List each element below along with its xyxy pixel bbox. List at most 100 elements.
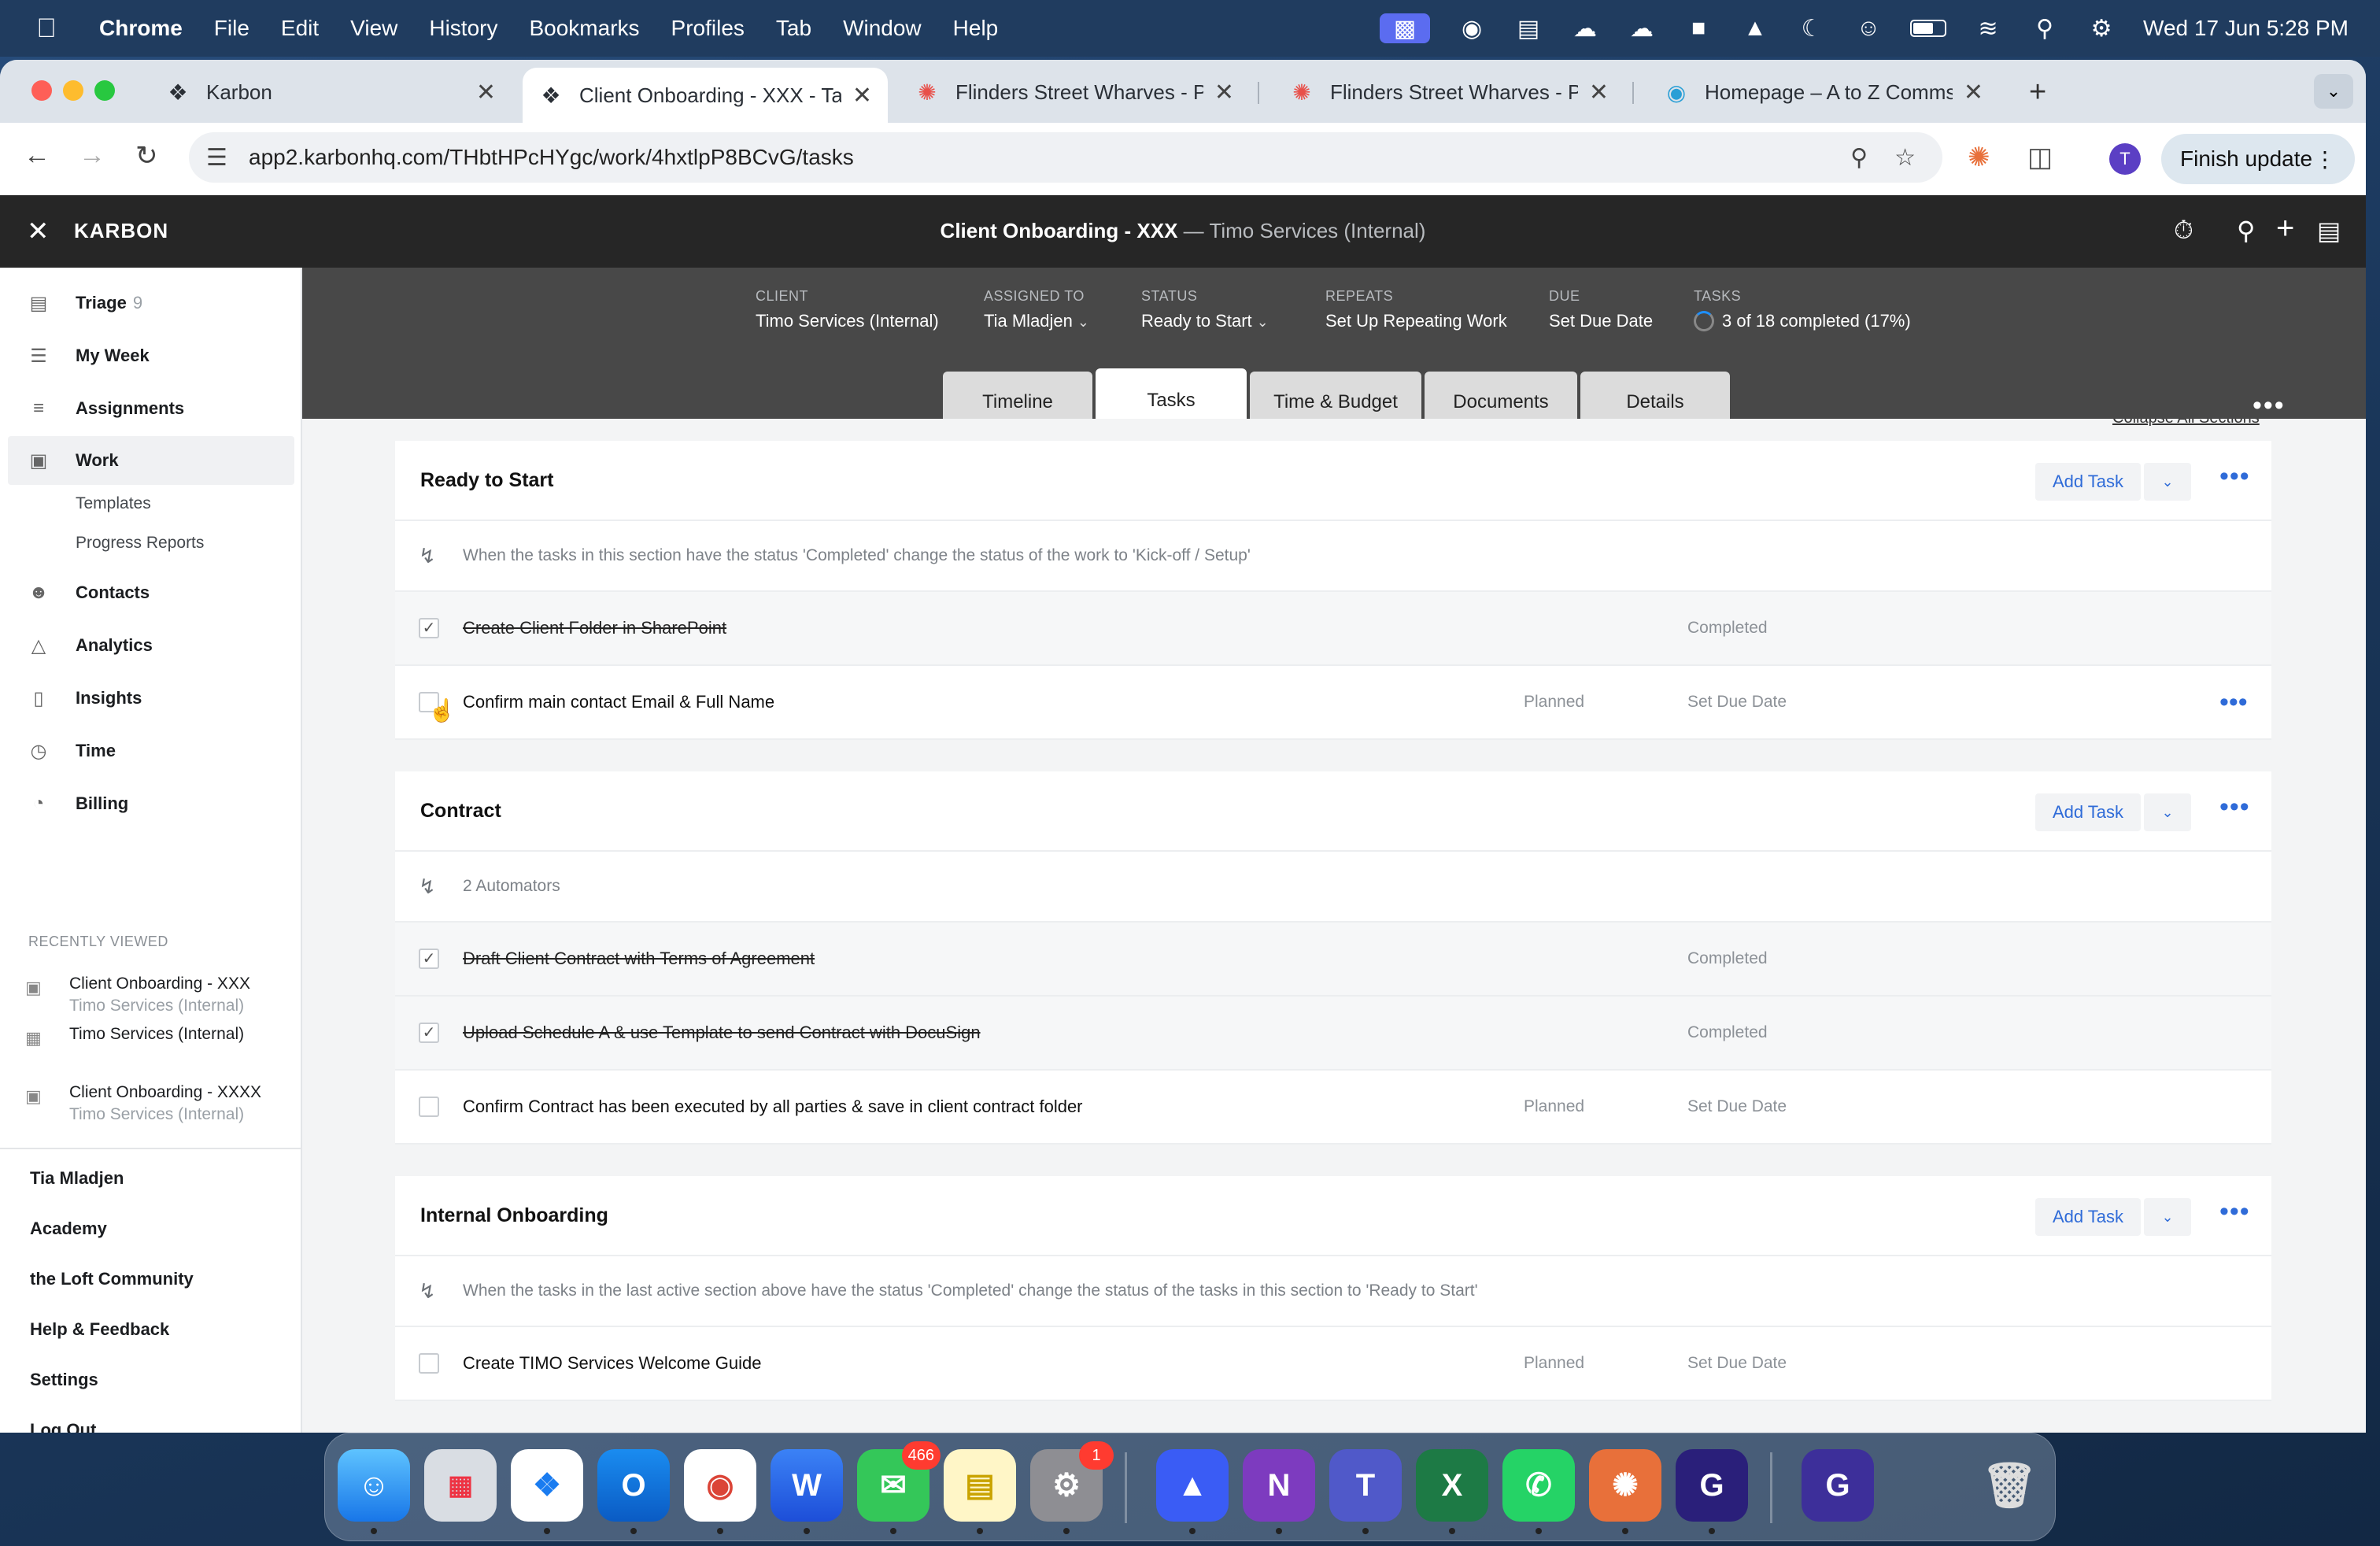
trash-icon[interactable]: 🗑: [1973, 1449, 2046, 1522]
task-due[interactable]: Set Due Date: [1687, 1354, 1787, 1373]
task-status[interactable]: Planned: [1524, 1097, 1584, 1116]
menu-view[interactable]: View: [350, 16, 397, 41]
recent-item[interactable]: ▣ Client Onboarding - XXXX Timo Services…: [25, 1083, 261, 1124]
task-checkbox[interactable]: ✓: [419, 618, 439, 638]
wifi-icon[interactable]: ≋: [1973, 13, 2003, 43]
menu-file[interactable]: File: [214, 16, 249, 41]
table-row[interactable]: Confirm Contract has been executed by al…: [395, 1071, 2271, 1145]
add-task-dropdown-icon[interactable]: ⌄: [2144, 463, 2191, 501]
sidebar-academy[interactable]: Academy: [30, 1219, 107, 1239]
close-tab-icon[interactable]: ✕: [1589, 79, 1609, 106]
task-status[interactable]: Planned: [1524, 693, 1584, 712]
close-window-button[interactable]: [31, 80, 52, 101]
more-options-icon[interactable]: •••: [2252, 390, 2286, 421]
add-task-button[interactable]: Add Task: [2035, 463, 2141, 501]
sidebar-item-contacts[interactable]: ☻ Contacts: [8, 568, 294, 617]
forward-arrow-icon[interactable]: →: [79, 140, 105, 171]
close-tab-icon[interactable]: ✕: [1214, 79, 1234, 106]
cloud-status-icon[interactable]: ☁: [1570, 13, 1600, 43]
search-icon[interactable]: ⚲: [2237, 216, 2255, 246]
sidebar-subitem-progress-reports[interactable]: Progress Reports: [76, 534, 204, 553]
browser-tab-flinders-1[interactable]: ✺ Flinders Street Wharves - Pov ✕: [899, 68, 1250, 117]
tab-search-chevron-icon[interactable]: ⌄: [2314, 74, 2353, 109]
section-more-icon[interactable]: •••: [2219, 461, 2250, 492]
sidebar-log-out[interactable]: Log Out: [30, 1420, 96, 1433]
menu-profiles[interactable]: Profiles: [671, 16, 745, 41]
sidebar-item-analytics[interactable]: △ Analytics: [8, 621, 294, 670]
launchpad-icon[interactable]: ▦: [424, 1449, 497, 1522]
onenote-icon[interactable]: N: [1243, 1449, 1315, 1522]
add-task-button[interactable]: Add Task: [2035, 1198, 2141, 1236]
sidebar-subitem-templates[interactable]: Templates: [76, 494, 151, 513]
add-task-dropdown-icon[interactable]: ⌄: [2144, 1198, 2191, 1236]
task-checkbox[interactable]: [419, 1097, 439, 1117]
sidebar-help-feedback[interactable]: Help & Feedback: [30, 1319, 169, 1340]
handbag-icon[interactable]: ▤: [1513, 13, 1543, 43]
sidebar-item-my-week[interactable]: ☰ My Week: [8, 331, 294, 380]
task-status[interactable]: Planned: [1524, 1354, 1584, 1373]
meta-client[interactable]: CLIENT Timo Services (Internal): [756, 288, 939, 331]
menu-clock[interactable]: Wed 17 Jun 5:28 PM: [2143, 16, 2349, 41]
safari-icon[interactable]: ❖: [511, 1449, 583, 1522]
system-settings-icon[interactable]: ⚙ 1: [1030, 1441, 1114, 1522]
notes-icon[interactable]: ▤: [2317, 216, 2341, 246]
section-more-icon[interactable]: •••: [2219, 1196, 2250, 1227]
creative-cloud-icon[interactable]: ☁: [1627, 13, 1657, 43]
zoom-window-button[interactable]: [94, 80, 115, 101]
menu-tab[interactable]: Tab: [776, 16, 811, 41]
notes-app-icon[interactable]: ▤: [944, 1449, 1016, 1522]
menu-help[interactable]: Help: [953, 16, 999, 41]
task-name[interactable]: Confirm main contact Email & Full Name: [463, 692, 774, 712]
site-settings-icon[interactable]: ☰: [206, 144, 235, 172]
task-name[interactable]: Create TIMO Services Welcome Guide: [463, 1353, 761, 1374]
sidebar-item-billing[interactable]: ◔ Billing: [8, 779, 294, 828]
task-name[interactable]: Confirm Contract has been executed by al…: [463, 1097, 1083, 1117]
section-more-icon[interactable]: •••: [2219, 792, 2250, 823]
task-checkbox[interactable]: ✓: [419, 949, 439, 969]
task-due[interactable]: Set Due Date: [1687, 693, 1787, 712]
add-task-dropdown-icon[interactable]: ⌄: [2144, 793, 2191, 831]
arc-app-icon[interactable]: ▲: [1156, 1449, 1229, 1522]
zoom-icon[interactable]: ⚲: [1850, 144, 1868, 172]
finder-icon[interactable]: ☺: [338, 1449, 410, 1522]
close-tab-icon[interactable]: ✕: [1964, 79, 1983, 106]
reload-icon[interactable]: ↻: [135, 140, 158, 172]
finish-update-button[interactable]: Finish update ⋮: [2161, 134, 2355, 184]
add-task-button[interactable]: Add Task: [2035, 793, 2141, 831]
menu-bookmarks[interactable]: Bookmarks: [529, 16, 639, 41]
profile-avatar[interactable]: T: [2109, 143, 2141, 175]
teams-app-icon[interactable]: T: [1329, 1449, 1402, 1522]
screen-share-icon[interactable]: ▩: [1380, 13, 1431, 43]
table-row[interactable]: Create TIMO Services Welcome Guide Plann…: [395, 1327, 2271, 1401]
minimize-window-button[interactable]: [63, 80, 83, 101]
timer-icon[interactable]: ⏱: [2174, 216, 2193, 246]
sidebar-settings[interactable]: Settings: [30, 1370, 98, 1390]
arc-icon[interactable]: ▲: [1740, 13, 1770, 43]
grammarly-icon[interactable]: G: [1676, 1449, 1748, 1522]
claude-extension-icon[interactable]: ✺: [1968, 142, 1990, 173]
menu-history[interactable]: History: [429, 16, 497, 41]
task-name[interactable]: Upload Schedule A & use Template to send…: [463, 1023, 981, 1043]
bookmark-star-icon[interactable]: ☆: [1894, 144, 1916, 172]
task-more-icon[interactable]: •••: [2219, 687, 2248, 718]
extensions-puzzle-icon[interactable]: ◫: [2027, 142, 2053, 173]
new-tab-icon[interactable]: +: [2029, 76, 2046, 109]
chrome-icon[interactable]: ◉: [684, 1449, 756, 1522]
recent-item[interactable]: ▣ Client Onboarding - XXX Timo Services …: [25, 975, 250, 1015]
add-icon[interactable]: +: [2276, 211, 2294, 246]
menu-app-chrome[interactable]: Chrome: [99, 16, 183, 41]
collapse-all-link[interactable]: Collapse All Sections: [2112, 419, 2260, 427]
task-checkbox[interactable]: ✓: [419, 1023, 439, 1043]
browser-tab-homepage[interactable]: ◉ Homepage – A to Z Comms & ✕: [1648, 68, 1999, 117]
table-row[interactable]: ✓ Upload Schedule A & use Template to se…: [395, 997, 2271, 1071]
sidebar-item-insights[interactable]: ▯ Insights: [8, 674, 294, 723]
browser-tab-flinders-2[interactable]: ✺ Flinders Street Wharves - Pov ✕: [1273, 68, 1624, 117]
control-center-icon[interactable]: ⚙: [2086, 13, 2116, 43]
meta-assigned-to[interactable]: ASSIGNED TO Tia Mladjen ⌄: [984, 288, 1089, 331]
excel-icon[interactable]: X: [1416, 1449, 1488, 1522]
table-row[interactable]: ✓ Draft Client Contract with Terms of Ag…: [395, 923, 2271, 997]
grammarly-docs-icon[interactable]: G: [1802, 1449, 1874, 1522]
outlook-icon[interactable]: O: [597, 1449, 670, 1522]
whatsapp-icon[interactable]: ✆: [1502, 1449, 1575, 1522]
user-icon[interactable]: ☺: [1853, 13, 1883, 43]
